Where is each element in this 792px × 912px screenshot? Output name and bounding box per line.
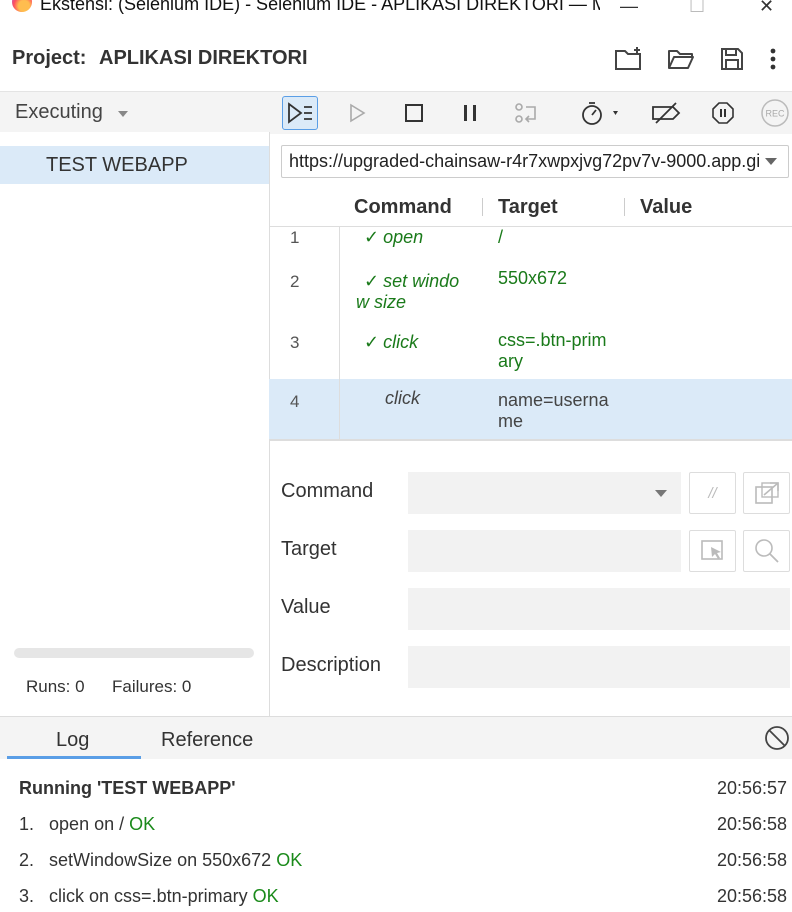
command-label: Command xyxy=(281,480,374,502)
target-cell[interactable]: css=.btn-prim ary xyxy=(498,330,616,372)
log-entry: 2. setWindowSize on 550x672 OK xyxy=(19,850,303,870)
executing-label[interactable]: Executing xyxy=(15,101,103,124)
chevron-down-icon[interactable] xyxy=(655,490,667,497)
minimize-button[interactable]: — xyxy=(620,0,638,17)
command-cell[interactable]: ✓ open xyxy=(364,227,474,248)
log-timestamp: 20:56:57 xyxy=(717,778,788,798)
step-icon[interactable] xyxy=(509,96,545,130)
run-all-icon[interactable] xyxy=(282,96,318,130)
command-input[interactable] xyxy=(408,472,681,514)
left-panel xyxy=(0,92,270,716)
column-header-command: Command xyxy=(354,196,452,218)
value-input[interactable] xyxy=(408,588,790,630)
active-tab-indicator xyxy=(7,756,141,759)
row-number: 2 xyxy=(290,272,300,291)
target-cell[interactable]: / xyxy=(498,227,616,248)
row-number: 3 xyxy=(290,333,300,352)
row-number: 4 xyxy=(290,392,300,411)
failures-count: Failures: 0 xyxy=(112,677,192,696)
record-label: REC xyxy=(765,109,785,119)
pause-exceptions-icon[interactable] xyxy=(705,96,741,130)
row-number: 1 xyxy=(290,228,300,247)
check-icon: ✓ xyxy=(364,332,380,352)
log-entry: 3. click on css=.btn-primary OK xyxy=(19,886,279,906)
target-cell[interactable]: name=userna me xyxy=(498,390,616,432)
pause-icon[interactable] xyxy=(452,96,488,130)
url-dropdown-icon[interactable] xyxy=(765,158,777,165)
find-target-button[interactable] xyxy=(743,530,790,572)
check-icon: ✓ xyxy=(364,227,380,247)
table-bottom-divider xyxy=(269,439,792,441)
project-name[interactable]: APLIKASI DIREKTORI xyxy=(99,47,308,70)
speed-icon[interactable] xyxy=(576,96,624,130)
command-cell[interactable]: click xyxy=(385,388,495,409)
run-progress-bar xyxy=(14,648,254,658)
chevron-down-icon[interactable] xyxy=(118,111,128,117)
row-number-divider xyxy=(339,227,340,439)
stop-icon[interactable] xyxy=(396,96,432,130)
maximize-button[interactable]: ☐ xyxy=(689,0,705,17)
log-tab-bar xyxy=(0,716,792,759)
comment-icon: // xyxy=(708,484,717,502)
log-timestamp: 20:56:58 xyxy=(717,814,788,834)
more-vertical-icon[interactable] xyxy=(758,44,788,74)
command-cell[interactable]: ✓ set windo w size xyxy=(356,271,466,313)
new-project-icon[interactable] xyxy=(614,44,644,74)
project-label: Project: xyxy=(12,47,87,69)
window-title: Ekstensi: (Selenium IDE) - Selenium IDE … xyxy=(40,0,600,14)
tab-log[interactable]: Log xyxy=(56,729,89,752)
column-header-target: Target xyxy=(498,196,558,218)
select-target-button[interactable] xyxy=(689,530,736,572)
log-entry: 1. open on / OK xyxy=(19,814,156,834)
column-header-value: Value xyxy=(640,196,693,218)
description-input[interactable] xyxy=(408,646,790,688)
command-cell[interactable]: ✓ click xyxy=(364,332,474,353)
search-icon xyxy=(754,539,779,563)
log-timestamp: 20:56:58 xyxy=(717,886,788,906)
log-timestamp: 20:56:58 xyxy=(717,850,788,870)
runs-count: Runs: 0 xyxy=(26,677,85,696)
open-folder-icon[interactable] xyxy=(666,44,696,74)
column-divider xyxy=(482,198,483,216)
value-label: Value xyxy=(281,596,331,618)
tab-reference[interactable]: Reference xyxy=(161,729,253,752)
suite-item-label[interactable]: TEST WEBAPP xyxy=(46,154,188,177)
comment-toggle-button[interactable]: // xyxy=(689,472,736,514)
record-icon[interactable]: REC xyxy=(758,96,792,130)
close-button[interactable]: ✕ xyxy=(759,0,774,17)
disable-breakpoints-icon[interactable] xyxy=(648,96,684,130)
clear-log-icon[interactable] xyxy=(764,725,790,756)
target-input[interactable] xyxy=(408,530,681,572)
run-icon[interactable] xyxy=(339,96,375,130)
select-target-icon xyxy=(700,540,723,560)
base-url-value[interactable]: https://upgraded-chainsaw-r4r7xwpxjvg72p… xyxy=(289,151,759,172)
log-entry-header: Running 'TEST WEBAPP' xyxy=(19,778,236,798)
open-in-new-icon xyxy=(754,482,779,504)
description-label: Description xyxy=(281,654,382,676)
check-icon: ✓ xyxy=(364,271,380,291)
column-divider xyxy=(624,198,625,216)
save-icon[interactable] xyxy=(717,44,747,74)
target-cell[interactable]: 550x672 xyxy=(498,268,616,289)
open-reference-button[interactable] xyxy=(743,472,790,514)
target-label: Target xyxy=(281,538,337,560)
